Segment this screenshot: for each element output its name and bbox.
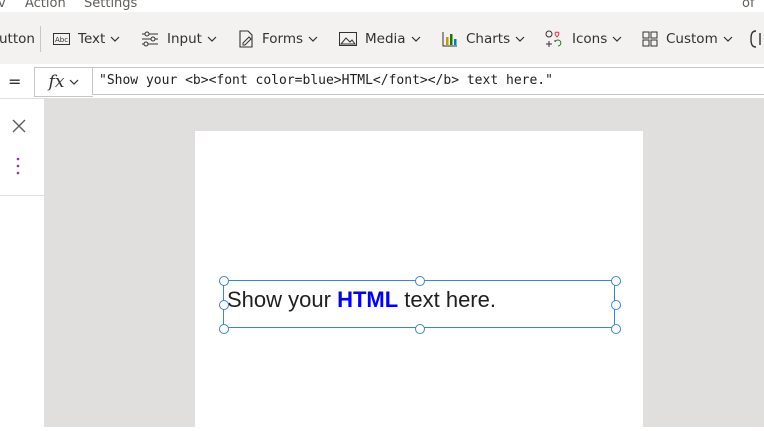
chevron-down-icon	[515, 36, 525, 42]
app-title-fragment: of C	[742, 0, 755, 12]
form-edit-icon	[239, 30, 253, 48]
ribbon-text-button[interactable]: Abc Text	[53, 27, 128, 51]
insert-ribbon: utton Abc Text Input Forms Media Charts …	[0, 12, 764, 64]
image-icon	[339, 32, 357, 46]
menu-bar: v Action Settings of C	[0, 0, 764, 12]
ribbon-media-label: Media	[365, 31, 406, 47]
resize-handle-top[interactable]	[415, 276, 425, 286]
html-text-suffix: text here.	[398, 287, 496, 312]
ribbon-separator	[40, 26, 41, 52]
function-icon: fx	[48, 72, 65, 92]
menu-item-action[interactable]: Action	[25, 0, 66, 11]
ai-builder-icon	[750, 30, 761, 48]
ribbon-charts-button[interactable]: Charts	[442, 27, 533, 51]
menu-item-view[interactable]: v	[0, 0, 6, 11]
chevron-down-icon	[207, 36, 217, 42]
fx-button[interactable]: fx	[34, 67, 93, 97]
close-icon[interactable]	[12, 119, 26, 133]
resize-handle-bottom-right[interactable]	[611, 324, 621, 334]
ribbon-charts-label: Charts	[466, 31, 511, 47]
ribbon-custom-button[interactable]: Custom	[642, 27, 741, 51]
ribbon-media-button[interactable]: Media	[339, 27, 429, 51]
bar-chart-icon	[442, 32, 457, 47]
ribbon-ai-button[interactable]	[750, 27, 764, 51]
app-screen[interactable]: Show your HTML text here.	[195, 131, 643, 431]
resize-handle-right[interactable]	[611, 300, 621, 310]
menu-item-settings[interactable]: Settings	[84, 0, 137, 11]
sliders-icon	[142, 31, 158, 47]
property-equals: =	[8, 72, 22, 91]
left-rail	[0, 99, 45, 427]
ribbon-label-button: utton	[0, 31, 35, 47]
ribbon-forms-button[interactable]: Forms	[238, 27, 326, 51]
rail-divider	[0, 195, 44, 196]
ribbon-icons-label: Icons	[572, 31, 608, 47]
formula-bar: = fx "Show your <b><font color=blue>HTML…	[0, 64, 764, 99]
resize-handle-left[interactable]	[219, 300, 229, 310]
text-box-icon: Abc	[53, 33, 70, 45]
chevron-down-icon	[411, 36, 420, 42]
chevron-down-icon	[110, 36, 120, 42]
resize-handle-top-left[interactable]	[219, 276, 229, 286]
resize-handle-bottom[interactable]	[415, 324, 425, 334]
html-text-prefix: Show your	[227, 287, 338, 312]
resize-handle-top-right[interactable]	[611, 276, 621, 286]
shapes-icon	[545, 30, 562, 47]
formula-input[interactable]: "Show your <b><font color=blue>HTML</fon…	[92, 67, 764, 95]
chevron-down-icon	[723, 36, 733, 42]
ribbon-icons-button[interactable]: Icons	[544, 27, 630, 51]
ribbon-input-button[interactable]: Input	[141, 27, 225, 51]
resize-handle-bottom-left[interactable]	[219, 324, 229, 334]
svg-text:Abc: Abc	[55, 36, 68, 44]
ribbon-text-label: Text	[78, 31, 106, 47]
chevron-down-icon	[612, 36, 622, 42]
ribbon-input-label: Input	[167, 31, 202, 47]
ribbon-custom-label: Custom	[666, 31, 718, 47]
custom-component-icon	[642, 31, 658, 47]
chevron-down-icon	[308, 36, 318, 42]
ribbon-forms-label: Forms	[262, 31, 304, 47]
html-text-bold: HTML	[337, 287, 399, 312]
design-canvas: Show your HTML text here.	[45, 99, 764, 431]
button-insert-item[interactable]: utton	[0, 27, 35, 51]
html-text-control[interactable]: Show your HTML text here.	[223, 280, 615, 328]
chevron-down-icon	[70, 79, 79, 85]
more-options-icon[interactable]	[16, 157, 20, 175]
